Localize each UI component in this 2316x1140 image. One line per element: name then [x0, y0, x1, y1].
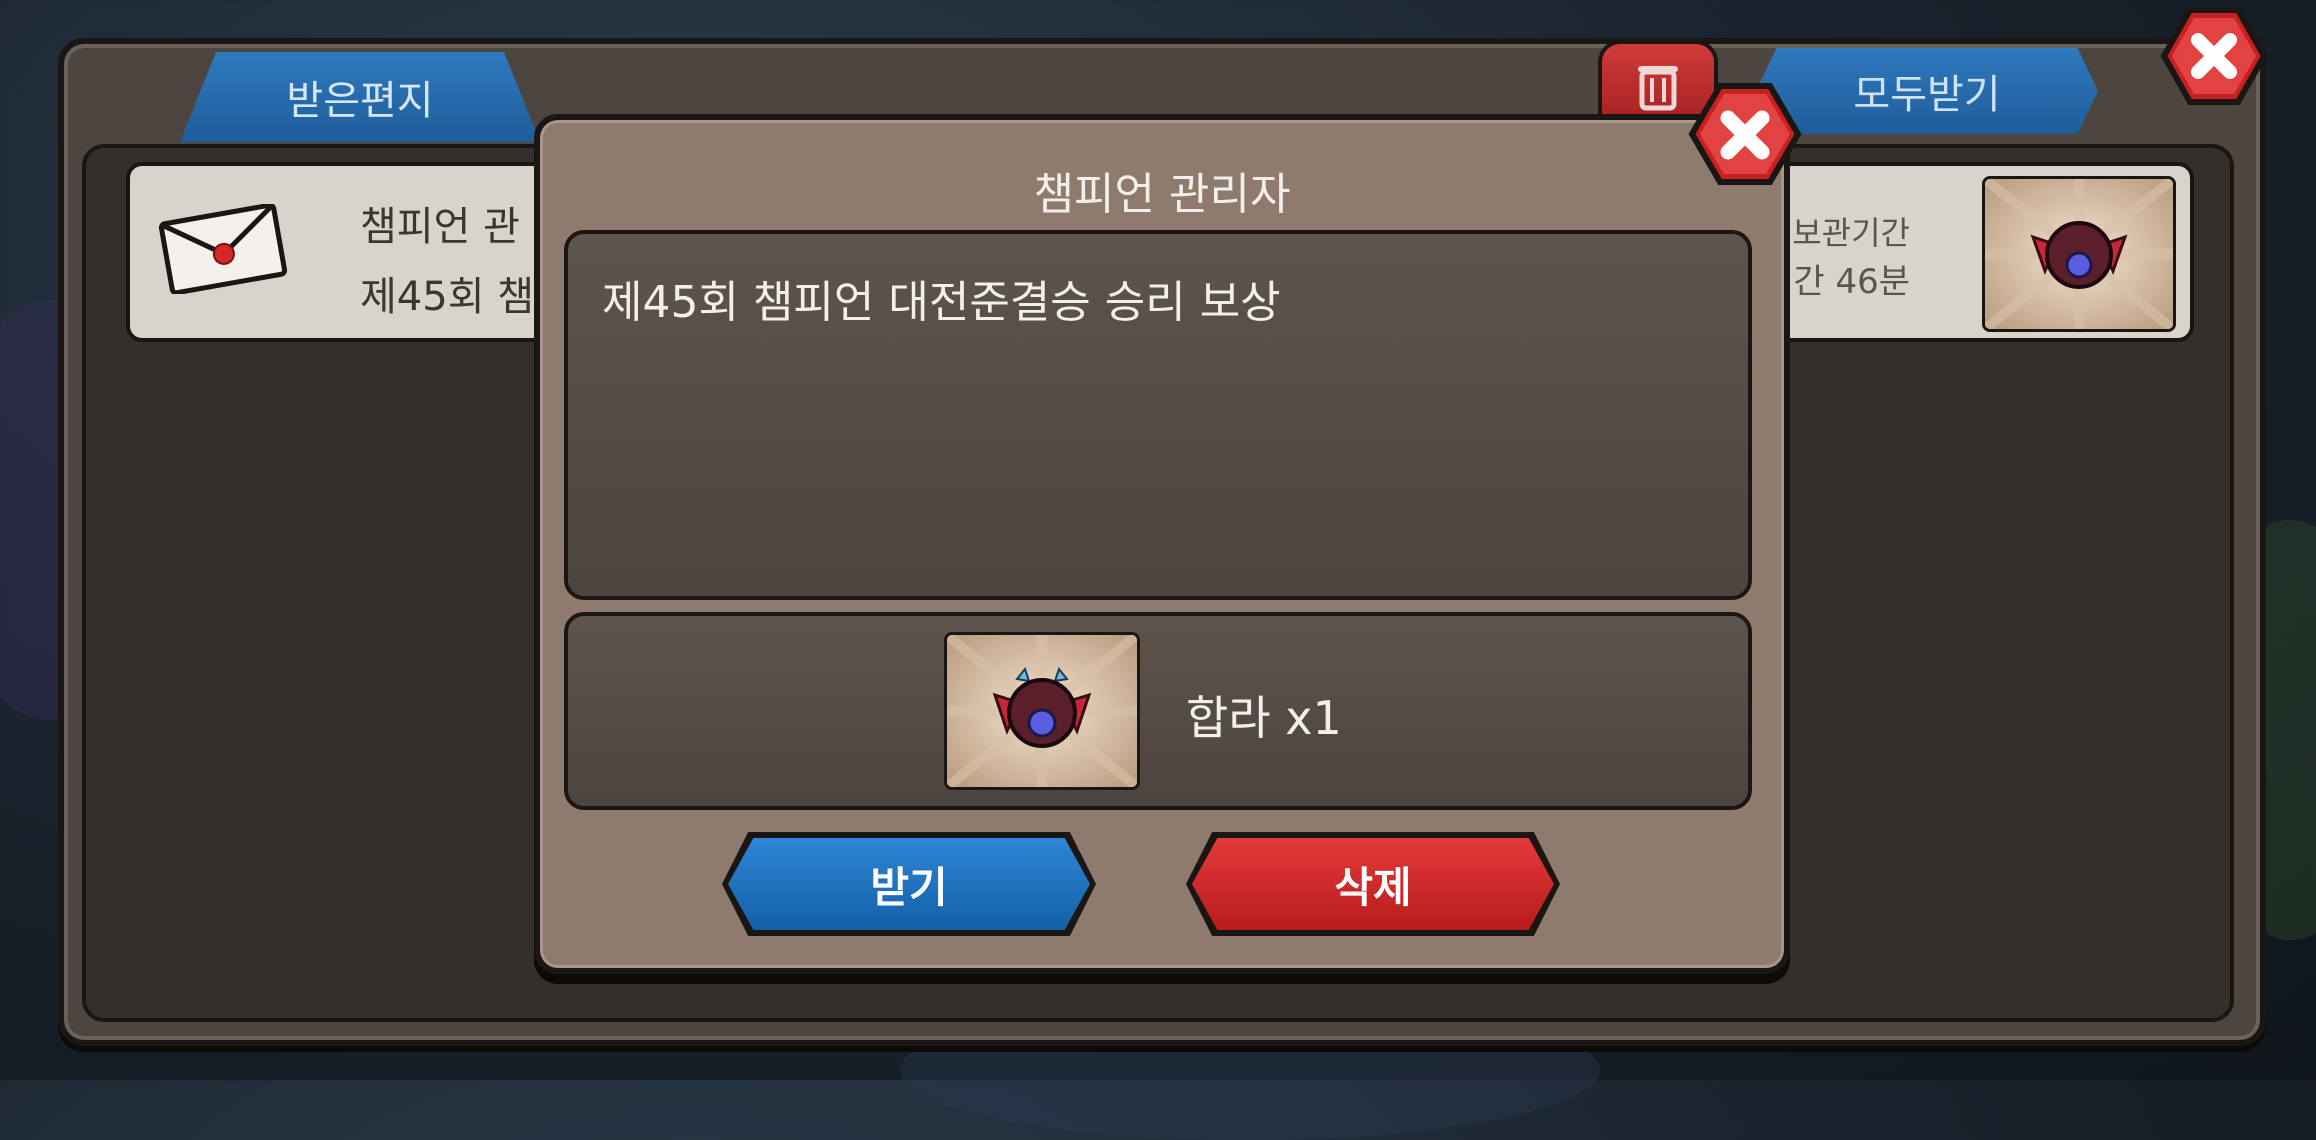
message-text: 제45회 챔피언 대전준결승 승리 보상: [602, 277, 1281, 328]
crystal-orb-icon: [1985, 179, 2173, 329]
close-dialog-icon[interactable]: [1688, 82, 1802, 186]
dialog-title: 챔피언 관리자: [1033, 169, 1291, 220]
receive-all-label: 모두받기: [1853, 72, 2001, 118]
tab-received-label: 받은편지: [286, 78, 434, 124]
mail-subject: 제45회 챔: [360, 274, 535, 320]
reward-label: 합라 x1: [1186, 691, 1342, 745]
close-mailbox-icon[interactable]: [2160, 6, 2268, 106]
envelope-icon: [158, 204, 288, 294]
reward-box: 합라 x1: [564, 612, 1752, 810]
message-box: 제45회 챔피언 대전준결승 승리 보상: [564, 230, 1752, 600]
mail-sender: 챔피언 관: [360, 204, 520, 250]
trash-icon: [1638, 66, 1678, 111]
receive-all-button[interactable]: 모두받기: [1756, 48, 2098, 134]
mail-expiry-label: 보관기간: [1792, 214, 1910, 252]
receive-button[interactable]: 받기: [728, 838, 1090, 930]
mail-reward-thumbnail: [1982, 176, 2176, 332]
reward-item-icon: [944, 632, 1140, 790]
crystal-orb-icon: [947, 635, 1137, 787]
tab-received-mail[interactable]: 받은편지: [180, 52, 540, 142]
delete-button[interactable]: 삭제: [1192, 838, 1554, 930]
mail-detail-dialog: 챔피언 관리자 제45회 챔피언 대전준결승 승리 보상 합라 x1 받기 삭제: [534, 114, 1790, 974]
delete-button-label: 삭제: [1334, 862, 1412, 912]
receive-button-label: 받기: [870, 862, 948, 912]
